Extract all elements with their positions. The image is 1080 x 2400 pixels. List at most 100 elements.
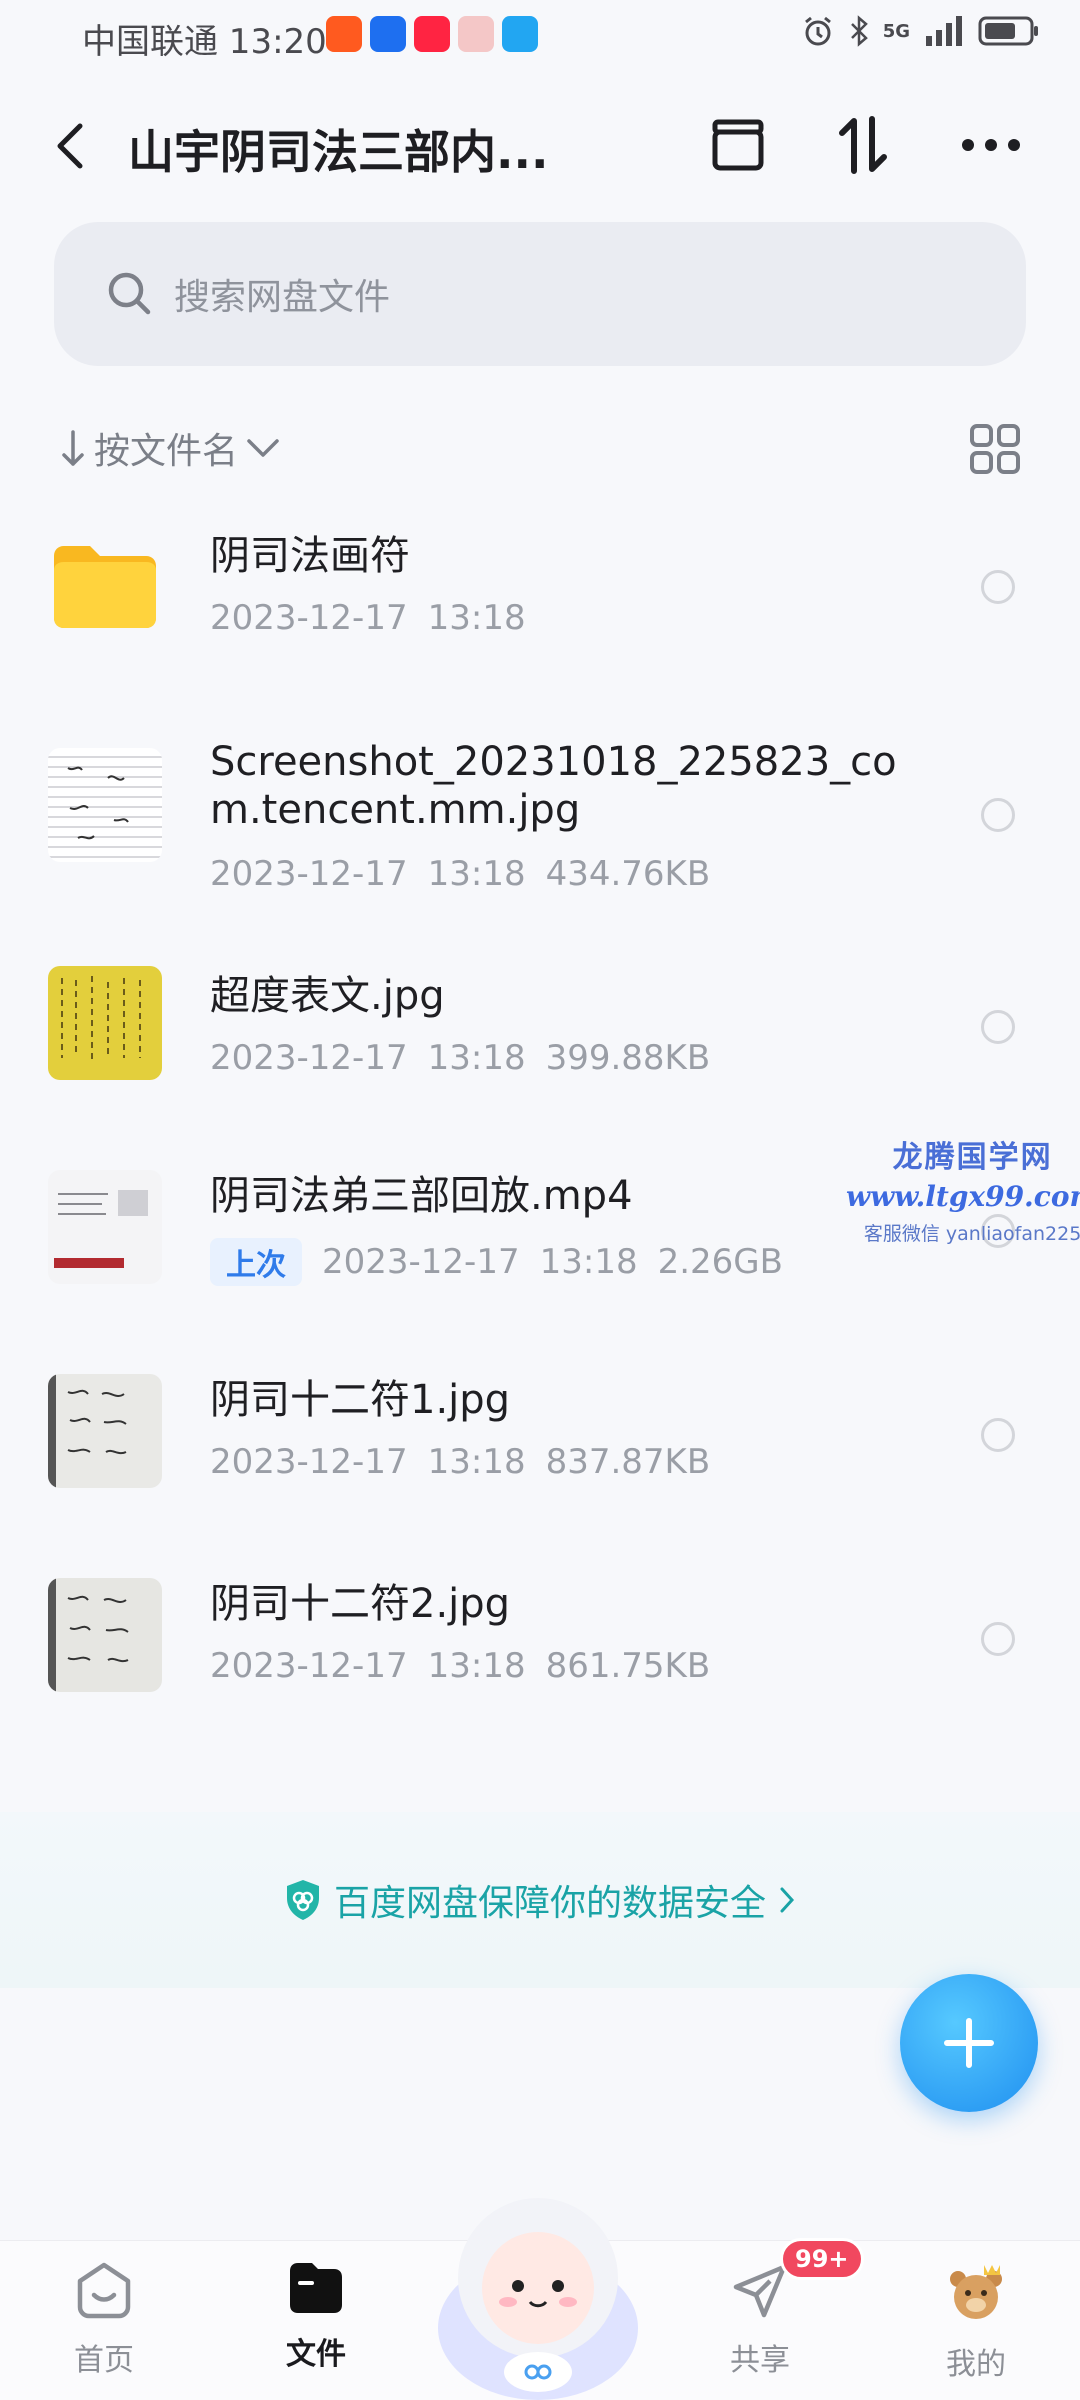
select-radio[interactable] <box>981 1622 1015 1656</box>
tab-mine-label: 我的 <box>946 2347 1006 2382</box>
watermark-line1: 龙腾国学网 <box>892 1140 1053 1175</box>
image-thumbnail <box>48 748 162 862</box>
chevron-right-icon <box>780 1887 795 1913</box>
taobao-app-icon <box>326 16 362 52</box>
file-meta: 2023-12-17 13:18 <box>210 598 526 638</box>
file-time: 13:18 <box>427 598 526 638</box>
back-button[interactable] <box>50 118 100 174</box>
file-row[interactable]: 阴司法画符 2023-12-17 13:18 <box>0 486 1080 690</box>
file-meta: 2023-12-17 13:18 861.75KB <box>210 1646 710 1686</box>
search-icon <box>108 272 151 315</box>
file-size: 434.76KB <box>545 854 711 894</box>
grid-view-button[interactable] <box>968 422 1022 476</box>
file-name: 超度表文.jpg <box>210 973 445 1019</box>
search-app-icon <box>502 16 538 52</box>
security-banner[interactable]: 百度网盘保障你的数据安全 <box>0 1812 1080 1988</box>
status-indicators: 5G <box>801 14 1040 48</box>
signal-icon <box>926 16 962 46</box>
add-button[interactable] <box>900 1974 1038 2112</box>
select-radio[interactable] <box>981 570 1015 604</box>
chevron-down-icon <box>247 439 279 457</box>
select-radio[interactable] <box>981 1010 1015 1044</box>
grid-view-icon <box>970 424 1020 474</box>
image-thumbnail <box>48 966 162 1080</box>
alipay-app-icon <box>370 16 406 52</box>
status-app-icons <box>326 16 538 52</box>
last-played-badge: 上次 <box>210 1238 302 1286</box>
search-input[interactable]: 搜索网盘文件 <box>54 222 1026 366</box>
arrow-down-icon <box>62 430 84 466</box>
file-time: 13:18 <box>427 854 526 894</box>
file-time: 13:18 <box>539 1242 638 1282</box>
file-name: 阴司法画符 <box>210 533 410 579</box>
file-size: 399.88KB <box>545 1038 711 1078</box>
security-banner-text: 百度网盘保障你的数据安全 <box>333 1883 766 1924</box>
file-name: 阴司十二符1.jpg <box>210 1377 511 1423</box>
folder-tab-icon <box>290 2263 342 2313</box>
select-radio[interactable] <box>981 1418 1015 1452</box>
tab-files[interactable]: 文件 <box>256 2261 376 2373</box>
watermark-line2: www.ltgx99.com <box>846 1180 1080 1213</box>
network-type: 5G <box>882 20 910 42</box>
file-row[interactable]: 超度表文.jpg 2023-12-17 13:18 399.88KB <box>0 920 1080 1124</box>
file-date: 2023-12-17 <box>322 1242 520 1282</box>
file-time: 13:18 <box>427 1646 526 1686</box>
image-thumbnail <box>48 1578 162 1692</box>
more-dots-icon <box>962 139 1020 151</box>
status-bar: 中国联通 13:20 5G <box>0 0 1080 74</box>
folder-icon <box>48 542 162 632</box>
paper-plane-icon <box>733 2264 787 2318</box>
select-radio[interactable] <box>981 798 1015 832</box>
watermark: 龙腾国学网 www.ltgx99.com 客服微信 yanliaofan225 <box>846 1132 1080 1246</box>
file-meta: 2023-12-17 13:18 434.76KB <box>210 854 710 894</box>
file-name: Screenshot_20231018_225823_com.tencent.m… <box>210 739 897 833</box>
sort-label: 按文件名 <box>94 431 239 472</box>
file-meta: 上次 2023-12-17 13:18 2.26GB <box>210 1238 783 1286</box>
carrier-time: 中国联通 13:20 <box>82 22 327 62</box>
transfer-button[interactable] <box>705 112 771 178</box>
file-time: 13:18 <box>427 1442 526 1482</box>
xiaohongshu-app-icon <box>414 16 450 52</box>
bluetooth-icon <box>850 15 868 47</box>
chevron-left-icon <box>57 123 83 169</box>
archive-box-icon <box>712 119 764 171</box>
more-button[interactable] <box>958 112 1024 178</box>
file-list: 阴司法画符 2023-12-17 13:18 Screenshot_202310… <box>0 486 1080 1736</box>
file-date: 2023-12-17 <box>210 598 408 638</box>
file-date: 2023-12-17 <box>210 1442 408 1482</box>
header: 山宇阴司法三部内... <box>0 100 1080 190</box>
file-name: 阴司法弟三部回放.mp4 <box>210 1173 633 1219</box>
file-name: 阴司十二符2.jpg <box>210 1581 511 1627</box>
sort-arrows-icon <box>839 116 887 174</box>
tab-home-label: 首页 <box>74 2343 134 2378</box>
ai-assistant-button[interactable] <box>428 2178 648 2400</box>
file-date: 2023-12-17 <box>210 1646 408 1686</box>
file-time: 13:18 <box>427 1038 526 1078</box>
file-size: 861.75KB <box>545 1646 711 1686</box>
video-thumbnail <box>48 1170 162 1284</box>
gift-app-icon <box>458 16 494 52</box>
home-icon <box>77 2262 131 2319</box>
file-meta: 2023-12-17 13:18 399.88KB <box>210 1038 710 1078</box>
bear-avatar-icon <box>950 2265 1002 2319</box>
tab-mine[interactable]: 我的 <box>916 2261 1036 2383</box>
battery-icon <box>978 16 1038 46</box>
file-row[interactable]: Screenshot_20231018_225823_com.tencent.m… <box>0 690 1080 920</box>
file-row[interactable]: 阴司十二符1.jpg 2023-12-17 13:18 837.87KB <box>0 1328 1080 1532</box>
file-row[interactable]: 阴司十二符2.jpg 2023-12-17 13:18 861.75KB <box>0 1532 1080 1736</box>
sort-dropdown[interactable]: 按文件名 <box>60 418 280 478</box>
file-size: 837.87KB <box>545 1442 711 1482</box>
file-size: 2.26GB <box>657 1242 783 1282</box>
watermark-line3: 客服微信 yanliaofan225 <box>863 1223 1080 1245</box>
file-meta: 2023-12-17 13:18 837.87KB <box>210 1442 710 1482</box>
search-placeholder: 搜索网盘文件 <box>174 277 391 318</box>
shield-icon <box>286 1880 319 1920</box>
sort-toggle-button[interactable] <box>830 112 896 178</box>
page-title: 山宇阴司法三部内... <box>128 125 549 179</box>
file-date: 2023-12-17 <box>210 1038 408 1078</box>
tab-home[interactable]: 首页 <box>44 2261 164 2379</box>
share-notification-badge: 99+ <box>780 2238 864 2280</box>
tab-share-label: 共享 <box>730 2343 790 2378</box>
alarm-icon <box>804 16 831 46</box>
file-date: 2023-12-17 <box>210 854 408 894</box>
